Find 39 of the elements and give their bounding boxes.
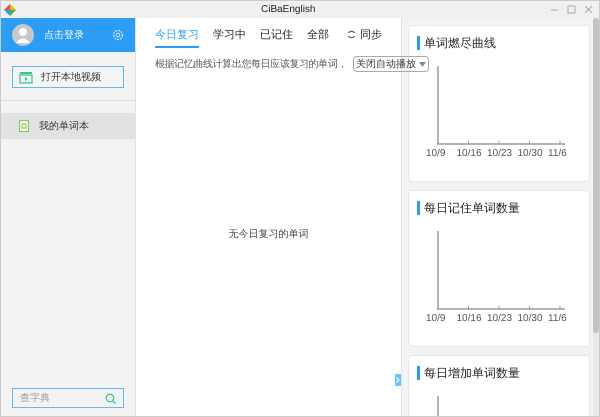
axis-label: 10/9 [426, 312, 446, 326]
chart-title: 每日增加单词数量 [424, 365, 520, 382]
window-title: CiBaEnglish [261, 3, 316, 17]
hint-text: 根据记忆曲线计算出您每日应该复习的单词， [155, 58, 348, 72]
axis-label: 11/6 [548, 312, 568, 326]
axis-label: 10/9 [426, 147, 446, 161]
tab[interactable]: 全部 [307, 26, 329, 48]
search-input[interactable]: 查字典 [20, 390, 105, 406]
open-video-button[interactable]: 打开本地视频 [12, 66, 124, 88]
settings-icon[interactable] [112, 29, 124, 41]
empty-message: 无今日复习的单词 [228, 228, 308, 242]
avatar-icon[interactable] [12, 24, 34, 46]
refresh-icon [347, 30, 356, 40]
axis-label: 10/30 [518, 147, 544, 161]
caret-icon [419, 62, 426, 66]
close-icon[interactable] [584, 5, 593, 14]
search-icon[interactable] [105, 392, 116, 404]
word-book-icon [19, 120, 29, 132]
axis-label: 10/16 [456, 147, 483, 161]
axis-label: 10/23 [487, 312, 514, 326]
axis-label: 10/30 [518, 312, 544, 326]
chart-title: 每日记住单词数量 [424, 200, 520, 217]
dictionary-search-field[interactable]: 查字典 [12, 388, 124, 408]
axis-label: 10/23 [487, 147, 514, 161]
axis-label: 11/6 [548, 147, 568, 161]
sync-button[interactable]: 同步 [347, 26, 382, 48]
video-clip-icon [19, 70, 33, 84]
accent-bar [417, 366, 420, 380]
scrollbar[interactable] [593, 18, 599, 416]
tab[interactable]: 已记住 [260, 26, 293, 48]
maximize-icon[interactable] [567, 5, 576, 14]
tab[interactable]: 学习中 [213, 26, 246, 48]
expand-handle[interactable] [395, 374, 401, 386]
accent-bar [417, 36, 420, 50]
app-logo-icon [4, 4, 16, 16]
sidebar-item[interactable]: 我的单词本 [1, 113, 135, 139]
axis-label: 10/16 [456, 312, 483, 326]
accent-bar [417, 201, 420, 215]
chart-title: 单词燃尽曲线 [424, 35, 496, 52]
